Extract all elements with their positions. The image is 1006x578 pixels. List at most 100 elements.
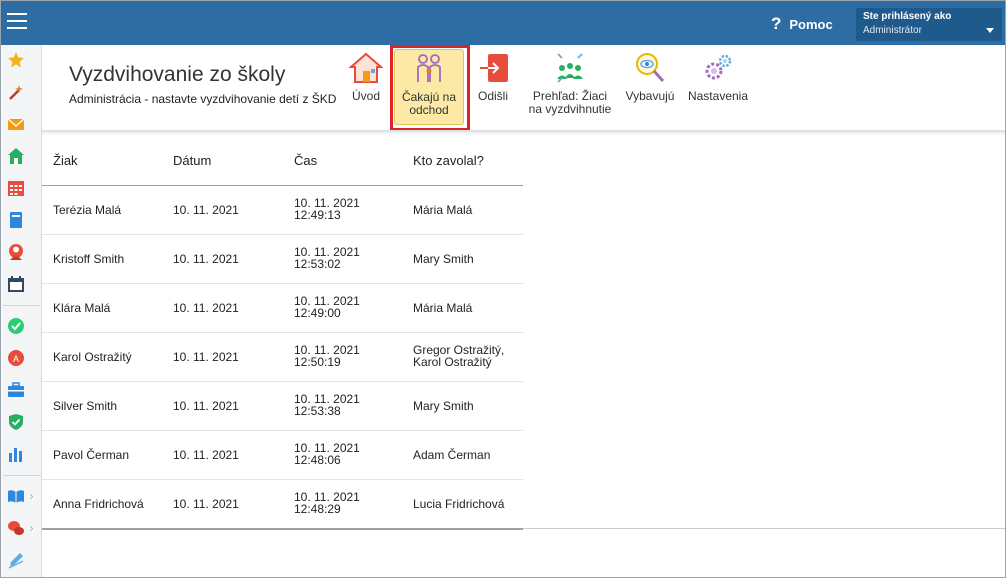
table-row[interactable]: Terézia Malá 10. 11. 2021 10. 11. 2021 12… [42, 186, 523, 235]
star-icon[interactable] [7, 51, 25, 69]
pickup-table: Žiak Dátum Čas Kto zavolal? Terézia Malá… [42, 136, 523, 529]
cell-time: 10. 11. 2021 12:48:06 [294, 442, 360, 466]
app-window: ? Pomoc Ste prihlásený ako Administrátor… [0, 0, 1006, 578]
cell-time: 10. 11. 2021 12:49:00 [294, 295, 360, 319]
sidebar-divider [3, 475, 40, 476]
chevron-right-icon[interactable]: › [30, 523, 33, 534]
question-icon: ? [771, 14, 782, 33]
cell-time-clock: 12:53:02 [294, 257, 341, 271]
gears-icon [705, 54, 732, 80]
cell-date: 10. 11. 2021 [173, 301, 239, 315]
tab-uvod[interactable]: Úvod [344, 51, 388, 125]
check-circle-icon[interactable] [7, 317, 25, 335]
table-row[interactable]: Silver Smith 10. 11. 2021 10. 11. 2021 12… [42, 382, 523, 431]
page-subtitle: Administrácia - nastavte vyzdvihovanie d… [69, 92, 337, 106]
tab-prehlad[interactable]: Prehľad: Žiaci na vyzdvihnutie [525, 51, 615, 125]
user-menu[interactable]: Ste prihlásený ako Administrátor [856, 8, 1002, 41]
tab-uvod-label: Úvod [351, 89, 380, 103]
envelope-icon[interactable] [7, 115, 25, 133]
cell-date: 10. 11. 2021 [173, 399, 239, 413]
book-open-icon[interactable] [7, 487, 25, 505]
table-header: Žiak Dátum Čas Kto zavolal? [42, 136, 523, 186]
cell-date: 10. 11. 2021 [173, 252, 239, 266]
exit-icon [480, 54, 508, 82]
shield-check-icon[interactable] [7, 413, 25, 431]
cell-time: 10. 11. 2021 12:53:02 [294, 246, 360, 270]
user-label: Ste prihlásený ako [863, 11, 952, 22]
tab-prehlad-label-line1: Prehľad: Žiaci [532, 89, 608, 103]
table-row[interactable]: Pavol Čerman 10. 11. 2021 10. 11. 2021 12… [42, 431, 523, 480]
bar-chart-icon[interactable] [7, 445, 25, 463]
cell-caller: Lucia Fridrichová [413, 497, 505, 511]
tab-vybavuju-label: Vybavujú [625, 89, 675, 103]
house-icon [349, 52, 383, 83]
tab-odisli-label: Odišli [477, 89, 508, 103]
cell-time-clock: 12:49:13 [294, 208, 341, 222]
tab-prehlad-label-line2: na vyzdvihnutie [528, 102, 612, 116]
table-row[interactable]: Anna Fridrichová 10. 11. 2021 10. 11. 20… [42, 480, 523, 529]
cell-time: 10. 11. 2021 12:49:13 [294, 197, 360, 221]
top-bar: ? Pomoc Ste prihlásený ako Administrátor [1, 1, 1005, 45]
help-link[interactable]: ? Pomoc [771, 14, 833, 34]
user-role: Administrátor [863, 25, 922, 36]
tab-nastavenia[interactable]: Nastavenia [685, 51, 751, 125]
svg-text:A: A [13, 354, 19, 364]
column-header-ziak[interactable]: Žiak [53, 153, 78, 168]
tab-nastavenia-label: Nastavenia [687, 89, 749, 103]
cell-date: 10. 11. 2021 [173, 350, 239, 364]
cell-caller-line2: Karol Ostražitý [413, 355, 492, 369]
user-badge-icon[interactable] [7, 243, 25, 261]
cell-caller: Mary Smith [413, 252, 474, 266]
magic-wand-icon[interactable] [7, 83, 25, 101]
chat-bubbles-icon[interactable] [7, 519, 25, 537]
notebook-icon[interactable] [7, 211, 25, 229]
chevron-down-icon [986, 28, 994, 33]
chevron-right-icon[interactable]: › [30, 491, 33, 502]
help-label: Pomoc [789, 16, 833, 32]
magnifier-eye-icon [636, 53, 665, 83]
pencil-icon[interactable] [7, 551, 25, 569]
active-tab-highlight [390, 45, 470, 131]
grade-icon[interactable]: A [7, 349, 25, 367]
cell-student: Kristoff Smith [53, 252, 125, 266]
table-row[interactable]: Kristoff Smith 10. 11. 2021 10. 11. 2021… [42, 235, 523, 284]
calendar-grid-icon[interactable] [7, 179, 25, 197]
cell-time-clock: 12:48:29 [294, 502, 341, 516]
cell-date: 10. 11. 2021 [173, 448, 239, 462]
column-header-cas[interactable]: Čas [294, 153, 317, 168]
home-icon[interactable] [7, 147, 25, 165]
cell-caller: Mária Malá [413, 203, 473, 217]
cell-caller: Mária Malá [413, 301, 473, 315]
page-title: Vyzdvihovanie zo školy [69, 63, 286, 86]
cell-date: 10. 11. 2021 [173, 203, 239, 217]
table-row[interactable]: Klára Malá 10. 11. 2021 10. 11. 2021 12:4… [42, 284, 523, 333]
cell-time: 10. 11. 2021 12:50:19 [294, 344, 360, 368]
tab-odisli[interactable]: Odišli [474, 51, 512, 125]
cell-caller: Mary Smith [413, 399, 474, 413]
cell-date: 10. 11. 2021 [173, 497, 239, 511]
column-header-datum[interactable]: Dátum [173, 153, 211, 168]
cell-student: Terézia Malá [53, 203, 122, 217]
cell-student: Karol Ostražitý [53, 350, 132, 364]
cell-time-clock: 12:50:19 [294, 355, 341, 369]
menu-hamburger-icon[interactable] [7, 13, 27, 31]
cell-caller: Gregor Ostražitý, Karol Ostražitý [413, 344, 504, 368]
cell-student: Klára Malá [53, 301, 111, 315]
cell-time-clock: 12:48:06 [294, 453, 341, 467]
cell-time: 10. 11. 2021 12:48:29 [294, 491, 360, 515]
calendar-icon[interactable] [7, 275, 25, 293]
column-header-kto-zavolal[interactable]: Kto zavolal? [413, 153, 484, 168]
sidebar-divider [3, 305, 40, 306]
cell-student: Anna Fridrichová [53, 497, 144, 511]
cell-student: Pavol Čerman [53, 448, 130, 462]
cell-time-clock: 12:49:00 [294, 306, 341, 320]
table-bottom-border [42, 528, 523, 530]
sidebar: A › › [1, 45, 42, 577]
cell-caller: Adam Čerman [413, 448, 491, 462]
briefcase-icon[interactable] [7, 381, 25, 399]
cell-time: 10. 11. 2021 12:53:38 [294, 393, 360, 417]
cell-student: Silver Smith [53, 399, 118, 413]
tab-vybavuju[interactable]: Vybavujú [623, 51, 677, 125]
group-overview-icon [557, 53, 583, 83]
table-row[interactable]: Karol Ostražitý 10. 11. 2021 10. 11. 202… [42, 333, 523, 382]
